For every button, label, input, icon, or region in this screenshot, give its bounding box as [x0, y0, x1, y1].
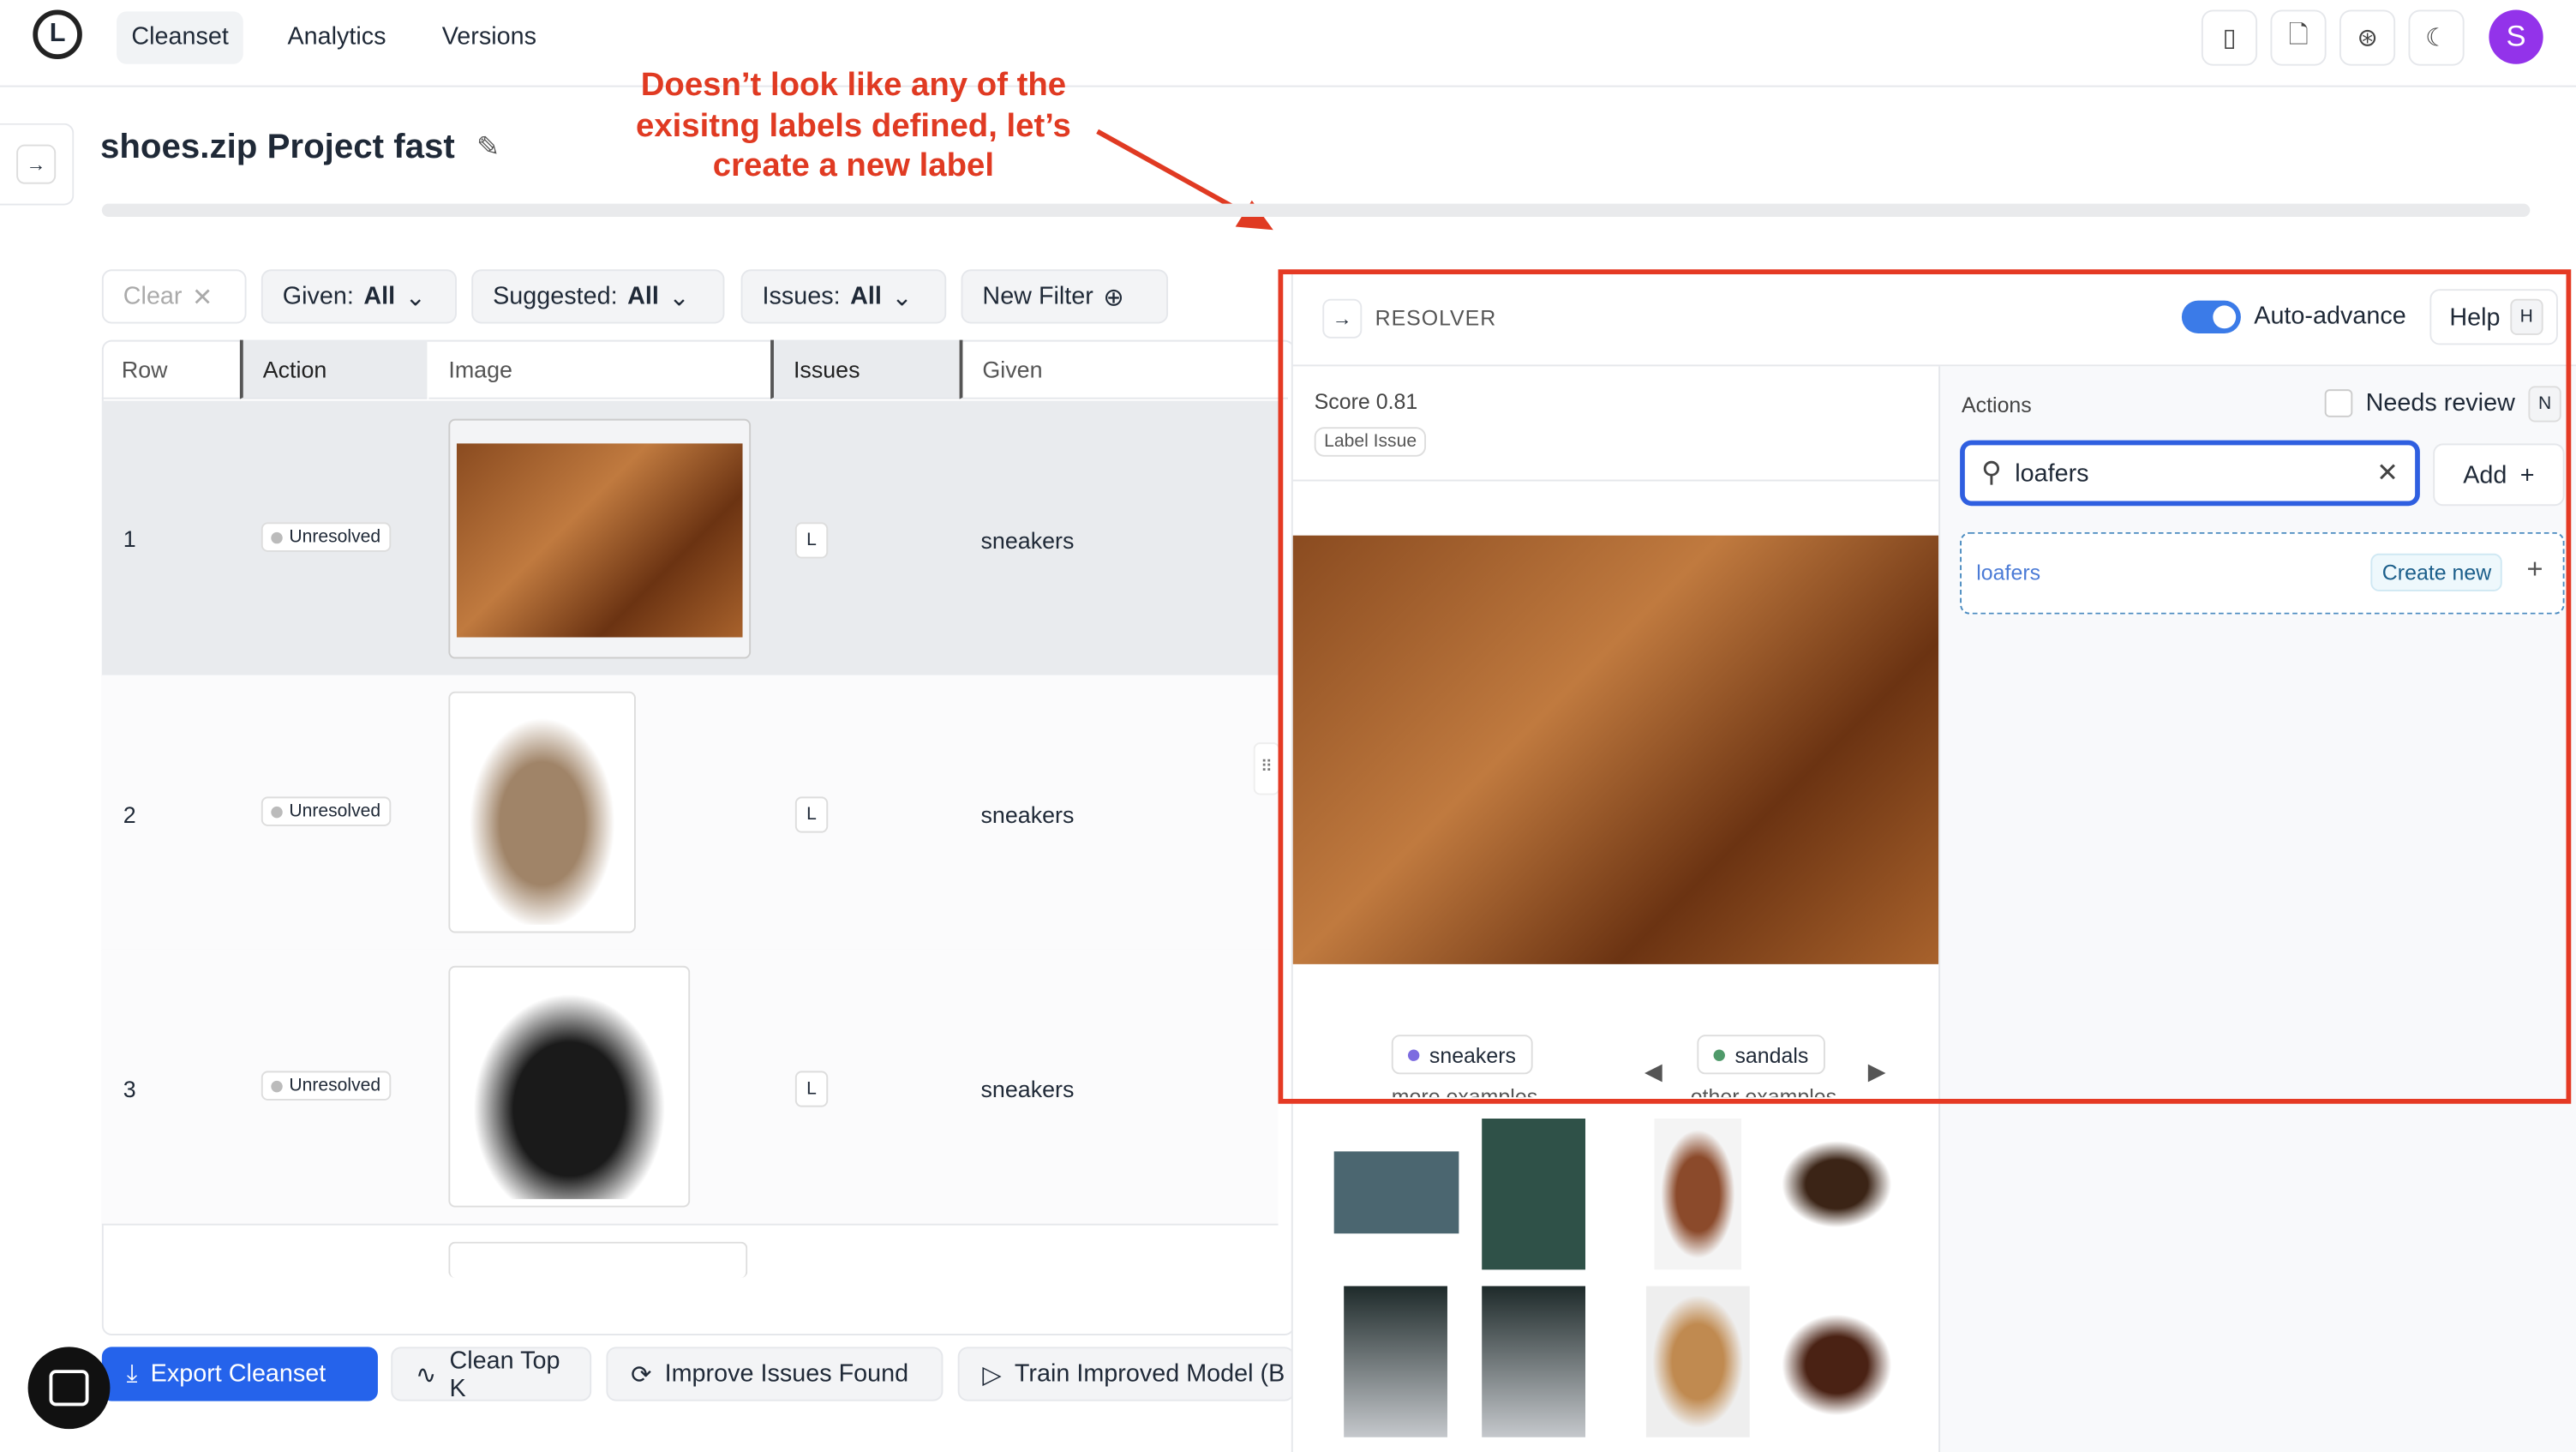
issues-filter-value: All	[850, 282, 882, 311]
improve-issues-button[interactable]: ⟳ Improve Issues Found	[606, 1347, 944, 1401]
export-cleanset-button[interactable]: ⤓ Export Cleanset	[101, 1347, 378, 1401]
clean-top-k-label: Clean Top K	[449, 1346, 560, 1402]
issues-filter[interactable]: Issues: All ⌄	[740, 269, 947, 324]
annotation-arrow-icon	[1096, 129, 1273, 231]
table-row[interactable]: 1 Unresolved L sneakers	[101, 400, 1279, 677]
example-image[interactable]	[1654, 1119, 1742, 1270]
clean-top-k-button[interactable]: ∿ Clean Top K	[391, 1346, 592, 1402]
example-image[interactable]	[1774, 1307, 1900, 1423]
plus-circle-icon: ⊕	[1103, 283, 1124, 312]
row-image[interactable]	[448, 965, 691, 1208]
given-label: sneakers	[980, 1076, 1075, 1102]
improve-label: Improve Issues Found	[664, 1359, 909, 1389]
table-row[interactable]: 3 Unresolved L sneakers	[101, 949, 1279, 1226]
document-icon[interactable]: 🗋	[2270, 9, 2327, 66]
annotation-text: Doesn’t look like any of the exisitng la…	[636, 67, 1071, 184]
export-label: Export Cleanset	[150, 1359, 326, 1389]
given-label: sneakers	[980, 801, 1075, 828]
row-number: 3	[123, 1076, 136, 1102]
row-number: 1	[123, 525, 136, 552]
status-label: Unresolved	[289, 1076, 381, 1096]
column-header-image[interactable]: Image	[428, 340, 771, 399]
suggested-filter[interactable]: Suggested: All ⌄	[471, 269, 725, 324]
activity-icon: ∿	[416, 1360, 437, 1389]
issue-key: L	[794, 522, 829, 559]
row-image[interactable]	[448, 691, 636, 933]
issue-key: L	[794, 1071, 829, 1107]
tablet-icon[interactable]: ▯	[2201, 9, 2258, 66]
clear-filters-button[interactable]: Clear ✕	[101, 269, 247, 324]
suggested-filter-label: Suggested:	[493, 282, 618, 311]
download-icon: ⤓	[126, 1359, 138, 1389]
row-image[interactable]	[448, 1241, 748, 1278]
status-label: Unresolved	[289, 801, 381, 822]
status-badge: Unresolved	[261, 796, 391, 826]
train-model-button[interactable]: ▷ Train Improved Model (B	[957, 1347, 1295, 1401]
status-badge: Unresolved	[261, 522, 391, 552]
clear-label: Clear	[123, 282, 183, 311]
page-title: shoes.zip Project fast	[99, 128, 455, 166]
chevron-down-icon: ⌄	[668, 283, 690, 312]
resize-handle[interactable]: ⠿	[1253, 742, 1280, 795]
example-image[interactable]	[1482, 1286, 1586, 1437]
example-image[interactable]	[1344, 1286, 1447, 1437]
status-badge: Unresolved	[261, 1071, 391, 1101]
close-icon: ✕	[192, 283, 213, 312]
given-label: sneakers	[980, 527, 1075, 554]
example-image[interactable]	[1645, 1286, 1750, 1437]
column-header-issues[interactable]: Issues	[770, 339, 960, 399]
refresh-icon: ⟳	[631, 1360, 652, 1389]
example-image[interactable]	[1482, 1119, 1586, 1270]
sidebar-expand-button[interactable]: →	[0, 123, 75, 206]
new-filter-button[interactable]: New Filter ⊕	[961, 269, 1169, 324]
column-header-row[interactable]: Row	[101, 340, 240, 399]
edit-pencil-icon[interactable]: ✎	[476, 131, 500, 164]
chat-button[interactable]	[27, 1347, 111, 1430]
avatar[interactable]: S	[2489, 9, 2543, 64]
table-row[interactable]: 2 Unresolved L sneakers	[101, 675, 1279, 951]
top-nav: L Cleanset Analytics Versions ▯ 🗋 ⊛ ☾ S	[0, 0, 2576, 87]
new-filter-label: New Filter	[982, 282, 1093, 311]
given-filter[interactable]: Given: All ⌄	[261, 269, 457, 324]
chevron-down-icon: ⌄	[404, 283, 426, 312]
chat-icon	[49, 1370, 89, 1407]
train-label: Train Improved Model (B	[1014, 1359, 1285, 1389]
tab-cleanset[interactable]: Cleanset	[117, 11, 244, 64]
arrow-right-icon: →	[16, 144, 57, 184]
tab-analytics[interactable]: Analytics	[273, 11, 401, 63]
help-lifebuoy-icon[interactable]: ⊛	[2339, 9, 2396, 66]
chevron-down-icon: ⌄	[891, 283, 913, 312]
logo-icon[interactable]: L	[33, 9, 82, 59]
tab-versions[interactable]: Versions	[427, 11, 551, 63]
given-filter-label: Given:	[282, 282, 354, 311]
row-number: 2	[123, 801, 136, 828]
progress-bar	[101, 203, 2531, 217]
given-filter-value: All	[363, 282, 396, 311]
suggested-filter-value: All	[627, 282, 659, 311]
column-header-action[interactable]: Action	[239, 339, 428, 399]
issue-key: L	[794, 796, 829, 833]
example-image[interactable]	[1333, 1151, 1459, 1234]
play-icon: ▷	[982, 1360, 1002, 1389]
annotation-highlight-box	[1278, 269, 2572, 1104]
moon-icon[interactable]: ☾	[2408, 9, 2465, 66]
example-image[interactable]	[1774, 1135, 1900, 1234]
issues-filter-label: Issues:	[762, 282, 841, 311]
status-label: Unresolved	[289, 527, 381, 548]
column-header-given[interactable]: Given	[959, 339, 1289, 399]
row-image[interactable]	[448, 418, 752, 659]
